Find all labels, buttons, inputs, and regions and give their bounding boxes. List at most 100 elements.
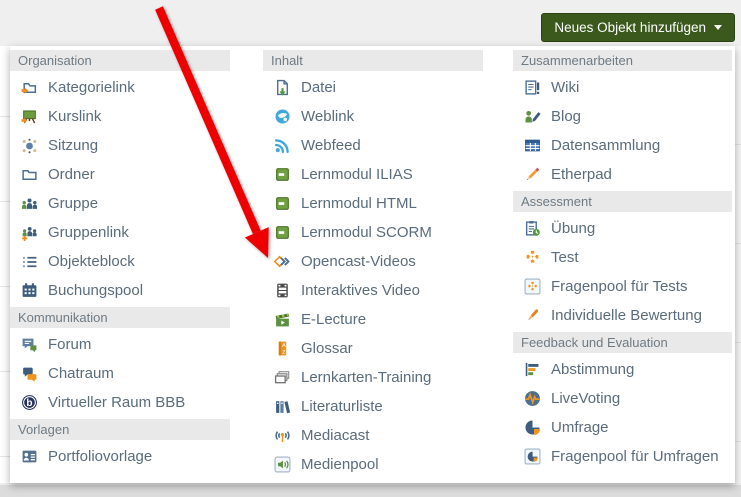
menu-item-label: Mediacast [301, 427, 370, 444]
menu-item-wiki[interactable]: Wiki [513, 73, 732, 102]
category-link-icon [21, 79, 38, 96]
chatroom-icon [21, 365, 38, 382]
mediacast-icon [274, 427, 291, 444]
menu-item-datensammlung[interactable]: Datensammlung [513, 131, 732, 160]
item-block-icon [21, 253, 38, 270]
svg-text:b: b [26, 398, 32, 409]
page-background-bottom [0, 485, 741, 497]
menu-item-label: Ordner [48, 166, 95, 183]
menu-item-gruppe[interactable]: Gruppe [10, 189, 230, 218]
menu-item-abstimmung[interactable]: Abstimmung [513, 355, 732, 384]
menu-item-weblink[interactable]: Weblink [263, 102, 483, 131]
menu-item-label: Webfeed [301, 137, 361, 154]
menu-item-label: Etherpad [551, 166, 612, 183]
menu-item-sitzung[interactable]: Sitzung [10, 131, 230, 160]
menu-item-lernmodul-html[interactable]: Lernmodul HTML [263, 189, 483, 218]
menu-item-label: Chatraum [48, 365, 114, 382]
menu-item-test[interactable]: Test [513, 243, 732, 272]
livevoting-icon [524, 390, 541, 407]
forum-icon [21, 336, 38, 353]
menu-item-virtueller-raum-bbb[interactable]: b Virtueller Raum BBB [10, 388, 230, 417]
media-pool-icon [274, 456, 291, 473]
menu-item-kategorielink[interactable]: Kategorielink [10, 73, 230, 102]
file-download-icon [274, 79, 291, 96]
menu-item-label: Individuelle Bewertung [551, 307, 702, 324]
menu-item-individuelle-bewertung[interactable]: Individuelle Bewertung [513, 301, 732, 330]
menu-item-glossar[interactable]: A Z Glossar [263, 334, 483, 363]
svg-text:Z: Z [282, 350, 286, 356]
menu-item-datei[interactable]: Datei [263, 73, 483, 102]
dropdown-column-organisation: Organisation Kategorielink Kurslink Sitzung… [10, 46, 230, 471]
menu-item-portfoliovorlage[interactable]: Portfoliovorlage [10, 442, 230, 471]
menu-item-forum[interactable]: Forum [10, 330, 230, 359]
portfolio-template-icon [21, 448, 38, 465]
menu-item-opencast-videos[interactable]: Opencast-Videos [263, 247, 483, 276]
menu-item-livevoting[interactable]: LiveVoting [513, 384, 732, 413]
learning-module-icon [274, 224, 291, 241]
menu-item-lernkarten-training[interactable]: Lernkarten-Training [263, 363, 483, 392]
section-header-feedback-und-evaluation: Feedback und Evaluation [513, 332, 732, 353]
group-icon [21, 195, 38, 212]
etherpad-pencil-icon [524, 166, 541, 183]
opencast-icon [274, 253, 291, 270]
menu-item-label: Umfrage [551, 419, 609, 436]
bibliography-icon [274, 398, 291, 415]
menu-item-buchungspool[interactable]: Buchungspool [10, 276, 230, 305]
weblink-globe-icon [274, 108, 291, 125]
menu-item-literaturliste[interactable]: Literaturliste [263, 392, 483, 421]
menu-item-label: Lernkarten-Training [301, 369, 432, 386]
menu-item-label: Virtueller Raum BBB [48, 394, 186, 411]
folder-icon [21, 166, 38, 183]
bbb-icon: b [21, 394, 38, 411]
wiki-icon [524, 79, 541, 96]
interactive-video-icon [274, 282, 291, 299]
section-header-vorlagen: Vorlagen [10, 419, 230, 440]
menu-item-chatraum[interactable]: Chatraum [10, 359, 230, 388]
menu-item-ubung[interactable]: Übung [513, 214, 732, 243]
menu-item-label: Weblink [301, 108, 355, 125]
survey-pie-icon [524, 419, 541, 436]
menu-item-medienpool[interactable]: Medienpool [263, 450, 483, 479]
menu-item-label: Test [551, 249, 579, 266]
menu-item-fragenpool-fur-umfragen[interactable]: Fragenpool für Umfragen [513, 442, 732, 471]
blog-icon [524, 108, 541, 125]
menu-item-label: Wiki [551, 79, 580, 96]
menu-item-label: Datensammlung [551, 137, 661, 154]
menu-item-label: Fragenpool für Umfragen [551, 448, 719, 465]
menu-item-label: Abstimmung [551, 361, 635, 378]
add-object-button[interactable]: Neues Objekt hinzufügen [541, 13, 735, 42]
menu-item-webfeed[interactable]: Webfeed [263, 131, 483, 160]
menu-item-label: Buchungspool [48, 282, 144, 299]
individual-assessment-icon [524, 307, 541, 324]
menu-item-label: Literaturliste [301, 398, 383, 415]
data-collection-icon [524, 137, 541, 154]
menu-item-objekteblock[interactable]: Objekteblock [10, 247, 230, 276]
menu-item-gruppenlink[interactable]: Gruppenlink [10, 218, 230, 247]
menu-item-label: Forum [48, 336, 92, 353]
menu-item-interaktives-video[interactable]: Interaktives Video [263, 276, 483, 305]
section-header-inhalt: Inhalt [263, 50, 483, 71]
menu-item-ordner[interactable]: Ordner [10, 160, 230, 189]
menu-item-label: Lernmodul SCORM [301, 224, 432, 241]
menu-item-umfrage[interactable]: Umfrage [513, 413, 732, 442]
menu-item-etherpad[interactable]: Etherpad [513, 160, 732, 189]
menu-item-lernmodul-ilias[interactable]: Lernmodul ILIAS [263, 160, 483, 189]
menu-item-e-lecture[interactable]: E-Lecture [263, 305, 483, 334]
menu-item-label: Lernmodul ILIAS [301, 166, 413, 183]
poll-bars-icon [524, 361, 541, 378]
learning-module-icon [274, 166, 291, 183]
menu-item-label: Lernmodul HTML [301, 195, 417, 212]
menu-item-mediacast[interactable]: Mediacast [263, 421, 483, 450]
section-header-kommunikation: Kommunikation [10, 307, 230, 328]
menu-item-lernmodul-scorm[interactable]: Lernmodul SCORM [263, 218, 483, 247]
menu-item-label: Medienpool [301, 456, 379, 473]
menu-item-kurslink[interactable]: Kurslink [10, 102, 230, 131]
menu-item-blog[interactable]: Blog [513, 102, 732, 131]
menu-item-fragenpool-fur-tests[interactable]: Fragenpool für Tests [513, 272, 732, 301]
learning-module-icon [274, 195, 291, 212]
menu-item-label: Fragenpool für Tests [551, 278, 688, 295]
add-object-dropdown: Organisation Kategorielink Kurslink Sitzung… [10, 46, 735, 483]
e-lecture-icon [274, 311, 291, 328]
webfeed-rss-icon [274, 137, 291, 154]
menu-item-label: Datei [301, 79, 337, 96]
